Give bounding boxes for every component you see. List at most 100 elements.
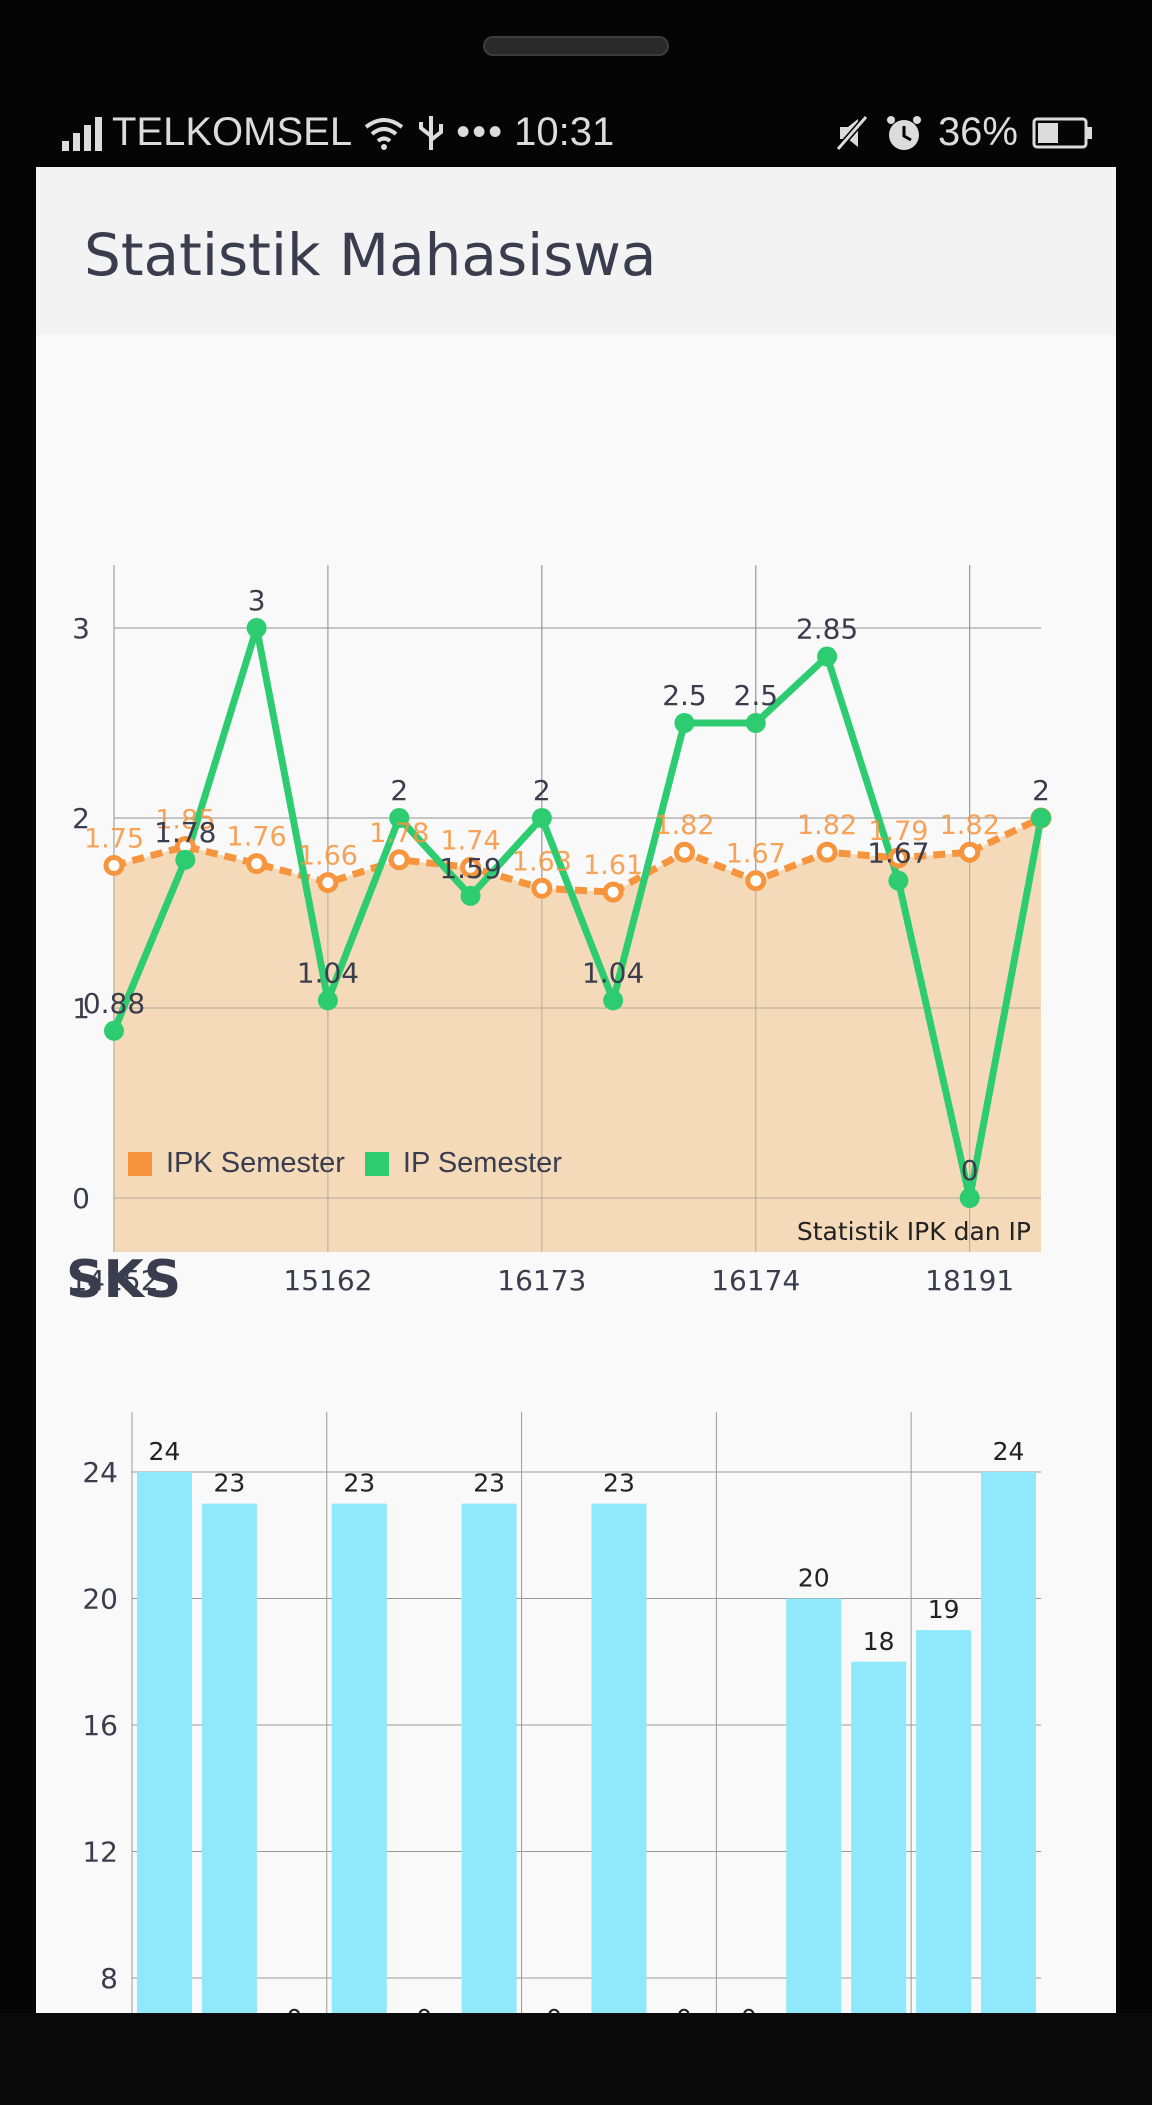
sks-bar-label: 0 — [741, 2004, 757, 2013]
ipk-data-point — [673, 841, 695, 863]
sks-bar-label: 23 — [343, 1469, 375, 1498]
ipk-data-label: 1.76 — [227, 822, 287, 853]
ip-data-label: 1.67 — [867, 837, 929, 870]
sks-bar-label: 24 — [149, 1437, 181, 1466]
ipk-data-label: 1.82 — [940, 810, 1000, 841]
ipk-data-point — [388, 849, 410, 871]
legend-item-ipk[interactable]: IPK Semester — [128, 1147, 345, 1180]
ipk-data-point — [602, 881, 624, 903]
signal-icon — [62, 115, 102, 151]
usb-icon — [419, 115, 444, 150]
ip-data-point — [460, 885, 481, 906]
ip-data-point — [175, 849, 196, 870]
legend-swatch-ipk — [128, 1151, 152, 1176]
sks-bar — [136, 1472, 192, 2013]
ipk-data-label: 1.75 — [84, 824, 144, 855]
ipk-data-label: 1.78 — [369, 818, 429, 849]
ip-data-point — [745, 713, 766, 733]
battery-icon — [1032, 117, 1092, 148]
sks-bar-label: 18 — [863, 1627, 895, 1656]
ipk-data-point — [745, 870, 767, 892]
sks-bar — [981, 1472, 1037, 2013]
earpiece-speaker — [483, 36, 669, 56]
ip-data-point — [1031, 808, 1051, 828]
alarm-icon — [886, 115, 921, 150]
ipk-data-label: 1.67 — [726, 839, 786, 870]
ip-data-label: 2.85 — [796, 613, 858, 646]
x-tick-label: 16174 — [711, 1264, 800, 1295]
sks-section-title: SKS — [66, 1250, 182, 1310]
x-tick-label: 15162 — [283, 1264, 372, 1295]
app-header: Statistik Mahasiswa — [36, 167, 1116, 335]
ip-data-label: 2.5 — [662, 679, 707, 712]
ip-data-point — [317, 990, 338, 1011]
sks-bar-chart: 8 12 16 20 24 24 23 0 23 0 23 0 23 0 0 20 18 19 24 — [82, 1412, 1041, 2013]
legend-swatch-ip — [364, 1151, 389, 1176]
sks-bar-label: 23 — [473, 1469, 505, 1498]
bar-y-tick-label: 24 — [82, 1456, 118, 1489]
sks-bar-label: 20 — [798, 1564, 830, 1593]
bar-y-tick-label: 8 — [100, 1962, 118, 1995]
sks-bar-label: 19 — [928, 1595, 960, 1624]
carrier-name: TELKOMSEL — [112, 110, 353, 154]
sks-bar — [461, 1503, 517, 2013]
legend-item-ip[interactable]: IP Semester — [364, 1147, 562, 1180]
bar-y-tick-label: 16 — [82, 1709, 118, 1742]
ipk-data-point — [246, 853, 268, 875]
ip-data-point — [674, 713, 695, 733]
sks-bar — [591, 1503, 647, 2013]
ip-data-point — [959, 1188, 980, 1208]
sks-bar-label: 0 — [416, 2004, 432, 2013]
sks-bar — [851, 1661, 907, 2013]
ipk-data-point — [959, 841, 981, 863]
page-title: Statistik Mahasiswa — [84, 221, 657, 289]
y-tick-label: 3 — [72, 612, 90, 645]
ipk-data-point — [317, 872, 339, 894]
app-screen: Statistik Mahasiswa 0 1 2 3 14152 15162 16173 1… — [36, 167, 1116, 2013]
x-tick-label: 18191 — [925, 1264, 1014, 1295]
bar-y-tick-label: 20 — [82, 1583, 118, 1616]
sks-bar — [916, 1630, 972, 2013]
ip-data-label: 1.04 — [582, 956, 644, 989]
ip-data-label: 1.04 — [297, 956, 359, 989]
sks-bar-label: 0 — [676, 2004, 692, 2013]
legend-label-ip: IP Semester — [402, 1147, 562, 1179]
bar-y-tick-label: 12 — [82, 1836, 118, 1869]
sks-bar-label: 0 — [286, 2004, 302, 2013]
ipk-data-label: 1.82 — [654, 810, 714, 841]
sks-bar-label: 0 — [546, 2004, 562, 2013]
sks-bar — [331, 1503, 387, 2013]
ip-data-label: 2.5 — [734, 679, 779, 712]
ip-data-label: 2 — [533, 774, 551, 807]
ipk-data-label: 1.66 — [298, 841, 358, 872]
wifi-icon — [364, 117, 404, 150]
ip-data-point — [104, 1020, 124, 1041]
chart-legend: IPK Semester IP Semester — [128, 1147, 582, 1180]
sks-bar-label: 24 — [993, 1437, 1025, 1466]
ip-data-point — [246, 618, 267, 638]
ip-data-label: 2 — [390, 774, 408, 807]
more-dots-icon: ••• — [456, 110, 505, 154]
ip-data-label: 1.78 — [154, 816, 216, 849]
ip-data-label: 3 — [248, 584, 266, 617]
battery-level: 36% — [937, 110, 1018, 154]
status-bar: TELKOMSEL ••• 10:31 36% — [36, 100, 1116, 164]
ipk-data-label: 1.61 — [583, 850, 643, 881]
mute-icon — [835, 114, 869, 151]
status-time: 10:31 — [514, 110, 615, 154]
x-tick-label: 16173 — [497, 1264, 586, 1295]
ipk-data-point — [531, 877, 553, 899]
ipk-data-point — [816, 841, 838, 863]
y-tick-label: 0 — [72, 1182, 90, 1215]
sks-bar-label: 23 — [213, 1469, 245, 1498]
ip-data-point — [817, 646, 838, 667]
ipk-data-label: 1.63 — [512, 846, 572, 877]
ip-data-label: 0 — [961, 1154, 979, 1187]
bottom-bezel — [0, 2013, 1152, 2105]
ip-data-point — [603, 990, 624, 1011]
ip-data-label: 1.59 — [439, 852, 501, 885]
ip-data-label: 2 — [1032, 774, 1050, 807]
chart-subtitle: Statistik IPK dan IP — [797, 1217, 1031, 1246]
sks-bar — [786, 1598, 842, 2013]
sks-bar-label: 23 — [603, 1469, 635, 1498]
